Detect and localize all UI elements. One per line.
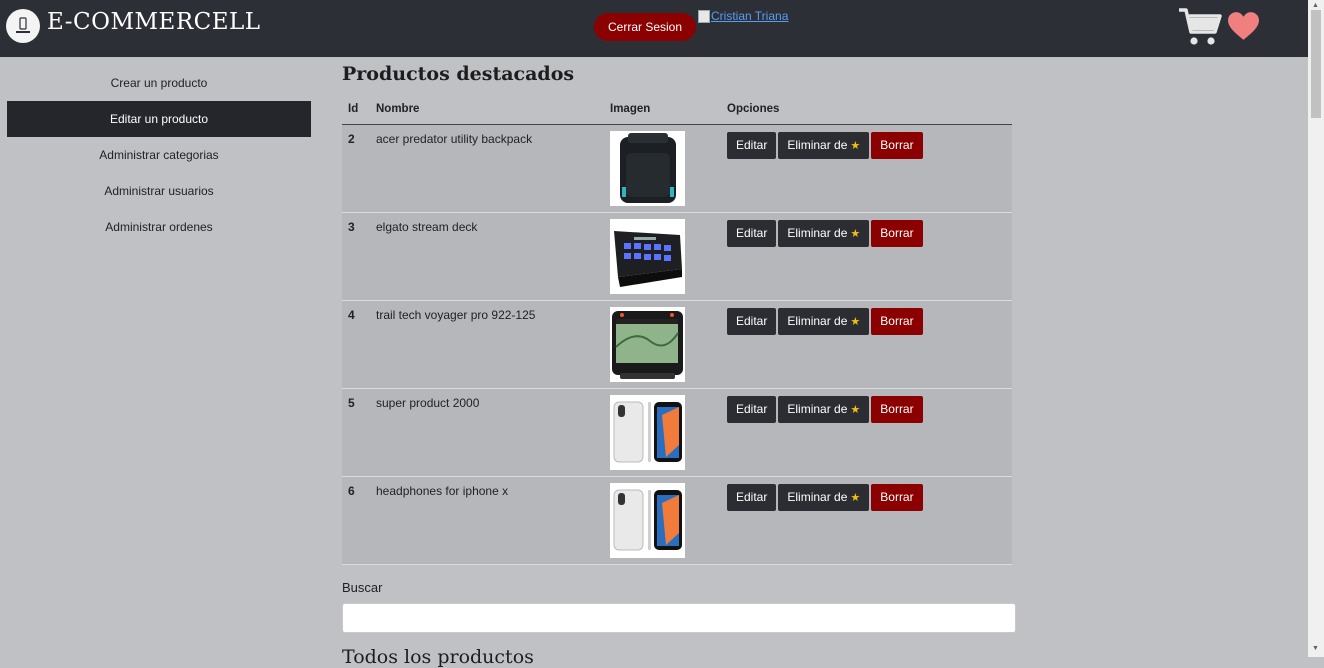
star-icon: ★ — [850, 316, 861, 328]
featured-products-title: Productos destacados — [342, 63, 575, 85]
edit-button[interactable]: Editar — [727, 484, 777, 511]
scroll-up-arrow-icon[interactable]: ▲ — [1312, 2, 1319, 9]
backpack-image — [610, 131, 685, 206]
remove-featured-label: Eliminar de — [787, 402, 848, 416]
table-row: 6 headphones for iphone x Editar Eliminar… — [342, 476, 1012, 565]
sidebar-item-administrar-usuarios[interactable]: Administrar usuarios — [7, 173, 311, 209]
star-icon: ★ — [850, 228, 861, 240]
admin-sidebar: Crear un producto Editar un producto Adm… — [7, 65, 311, 245]
main-content: Productos destacados Id Nombre Imagen Op… — [342, 60, 1016, 668]
table-row: 3 elgato stream deck Editar Eliminar de … — [342, 212, 1012, 301]
star-icon: ★ — [850, 492, 861, 504]
stream-deck-image — [610, 219, 685, 294]
user-profile-link[interactable]: Cristian Triana — [698, 9, 788, 23]
scrollbar-thumb[interactable] — [1311, 10, 1321, 118]
delete-button[interactable]: Borrar — [871, 396, 923, 423]
edit-button[interactable]: Editar — [727, 308, 777, 335]
product-id: 4 — [348, 308, 355, 322]
broken-image-icon — [698, 9, 710, 23]
search-label: Buscar — [342, 580, 383, 595]
gps-device-image — [610, 307, 685, 382]
table-row: 5 super product 2000 Editar Eliminar de ★ B… — [342, 388, 1012, 477]
remove-featured-label: Eliminar de — [787, 226, 848, 240]
product-name: super product 2000 — [376, 396, 480, 410]
remove-featured-button[interactable]: Eliminar de ★ — [778, 132, 870, 159]
product-name: headphones for iphone x — [376, 484, 509, 498]
featured-products-table: Id Nombre Imagen Opciones 2 acer predato… — [342, 94, 1012, 565]
edit-button[interactable]: Editar — [727, 220, 777, 247]
logout-button[interactable]: Cerrar Sesion — [594, 13, 697, 41]
product-name: elgato stream deck — [376, 220, 478, 234]
sidebar-item-crear-producto[interactable]: Crear un producto — [7, 65, 311, 101]
delete-button[interactable]: Borrar — [871, 132, 923, 159]
delete-button[interactable]: Borrar — [871, 484, 923, 511]
product-name: trail tech voyager pro 922-125 — [376, 308, 536, 322]
remove-featured-button[interactable]: Eliminar de ★ — [778, 484, 870, 511]
sidebar-item-administrar-categorias[interactable]: Administrar categorias — [7, 137, 311, 173]
delete-button[interactable]: Borrar — [871, 220, 923, 247]
product-name: acer predator utility backpack — [376, 132, 533, 146]
scroll-down-arrow-icon[interactable]: ▼ — [1312, 645, 1319, 652]
remove-featured-label: Eliminar de — [787, 314, 848, 328]
phone-store-icon — [16, 17, 30, 33]
column-header-nombre: Nombre — [370, 94, 604, 125]
delete-button[interactable]: Borrar — [871, 308, 923, 335]
remove-featured-button[interactable]: Eliminar de ★ — [778, 308, 870, 335]
table-row: 4 trail tech voyager pro 922-125 Editar … — [342, 300, 1012, 389]
store-logo[interactable] — [6, 9, 40, 43]
product-id: 2 — [348, 132, 355, 146]
edit-button[interactable]: Editar — [727, 396, 777, 423]
all-products-title: Todos los productos — [342, 646, 534, 668]
remove-featured-label: Eliminar de — [787, 490, 848, 504]
phone-image — [610, 483, 685, 558]
remove-featured-button[interactable]: Eliminar de ★ — [778, 220, 870, 247]
column-header-opciones: Opciones — [721, 94, 1012, 125]
search-input[interactable] — [342, 603, 1016, 633]
sidebar-item-administrar-ordenes[interactable]: Administrar ordenes — [7, 209, 311, 245]
product-id: 6 — [348, 484, 355, 498]
table-header-row: Id Nombre Imagen Opciones — [342, 94, 1012, 125]
column-header-imagen: Imagen — [604, 94, 721, 125]
product-id: 5 — [348, 396, 355, 410]
user-name: Cristian Triana — [711, 9, 789, 23]
favorites-heart-icon[interactable] — [1227, 11, 1260, 46]
brand-title[interactable]: E-COMMERCELL — [47, 9, 261, 35]
star-icon: ★ — [850, 404, 861, 416]
product-id: 3 — [348, 220, 355, 234]
remove-featured-label: Eliminar de — [787, 138, 848, 152]
cart-icon[interactable] — [1177, 6, 1223, 53]
edit-button[interactable]: Editar — [727, 132, 777, 159]
sidebar-item-editar-producto[interactable]: Editar un producto — [7, 101, 311, 137]
table-row: 2 acer predator utility backpack Editar E… — [342, 124, 1012, 213]
remove-featured-button[interactable]: Eliminar de ★ — [778, 396, 870, 423]
column-header-id: Id — [342, 94, 370, 125]
phone-image — [610, 395, 685, 470]
star-icon: ★ — [850, 140, 861, 152]
top-navbar: E-COMMERCELL Cerrar Sesion Cristian Tria… — [0, 0, 1308, 57]
